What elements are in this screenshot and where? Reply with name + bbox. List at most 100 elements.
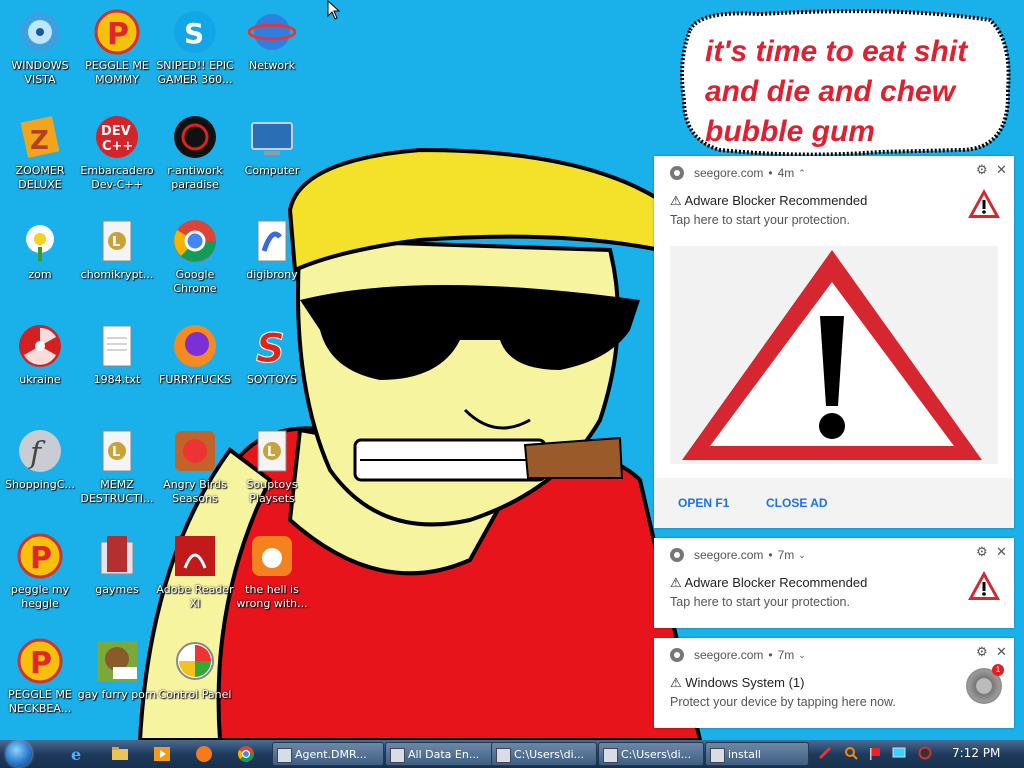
desktop-icon-label: PEGGLE ME NECKBEA... <box>8 688 72 715</box>
taskbar-task[interactable]: Agent.DMR... <box>272 742 384 766</box>
close-icon[interactable]: ✕ <box>996 544 1007 560</box>
close-ad-button[interactable]: CLOSE AD <box>766 496 828 510</box>
desktop-icon[interactable]: 1984.txt <box>77 322 157 387</box>
desktop-icon-label: SOYTOYS <box>246 373 298 386</box>
s-logo-icon: S <box>256 326 286 371</box>
desktop-icon-label: chomikrypt... <box>80 268 154 281</box>
notification-header: seegore.com • 7m ⌄ <box>670 648 806 662</box>
notification-site: seegore.com <box>694 166 764 180</box>
notification-adware-collapsed[interactable]: seegore.com • 7m ⌄ ⚙ ✕ ⚠ Adware Blocker … <box>654 538 1014 628</box>
desktop-icon[interactable]: DEV C++ Embarcadero Dev-C++ <box>77 113 157 192</box>
desktop-icon[interactable]: gaymes <box>77 532 157 597</box>
taskbar-clock[interactable]: 7:12 PM <box>952 746 1000 760</box>
warning-triangle-icon <box>968 571 1000 600</box>
desktop-icon[interactable]: gay furry porn <box>77 637 157 702</box>
notification-actions: OPEN F1 CLOSE AD <box>654 478 1014 528</box>
tray-search-icon[interactable] <box>844 746 858 760</box>
desktop-icon[interactable]: WINDOWS VISTA <box>0 8 80 87</box>
antiwork-icon <box>174 116 216 158</box>
notification-windows-system[interactable]: seegore.com • 7m ⌄ ⚙ ✕ ⚠ Windows System … <box>654 638 1014 728</box>
notification-age: 4m <box>777 166 795 180</box>
close-icon[interactable]: ✕ <box>996 162 1007 178</box>
gear-icon[interactable]: ⚙ <box>976 644 988 660</box>
internet-explorer-icon[interactable]: e <box>68 744 88 764</box>
speech-bubble-text: it's time to eat shit and die and chew b… <box>705 32 1005 152</box>
desktop-icon[interactable]: S SNIPED!! EPIC GAMER 360... <box>155 8 235 87</box>
desktop-icon[interactable]: L Souptoys Playsets <box>232 427 312 506</box>
desktop-icon[interactable]: Adobe Reader XI <box>155 532 235 611</box>
svg-text:P: P <box>107 17 129 52</box>
svg-text:S: S <box>184 17 204 50</box>
chrome-icon[interactable] <box>236 744 256 764</box>
svg-text:e: e <box>71 745 81 764</box>
folder-icon[interactable] <box>110 744 130 764</box>
desktop-icon-label: gay furry porn <box>77 688 157 701</box>
notification-body: Tap here to start your protection. <box>670 213 850 227</box>
desktop-icon[interactable]: the hell is wrong with... <box>232 532 312 611</box>
desktop-icon[interactable]: digibrony <box>232 217 312 282</box>
taskbar-task[interactable]: install <box>705 742 809 766</box>
speech-line: and die and chew <box>705 75 956 108</box>
close-icon[interactable]: ✕ <box>996 644 1007 660</box>
chevron-down-icon[interactable]: ⌄ <box>798 650 806 661</box>
desktop-icon-label: gaymes <box>95 583 139 596</box>
separator-dot: • <box>768 166 773 180</box>
desktop-icon-label: 1984.txt <box>93 373 141 386</box>
desktop-icon-label: Souptoys Playsets <box>246 478 298 505</box>
desktop-icon[interactable]: r-antiwork paradise <box>155 113 235 192</box>
chevron-down-icon[interactable]: ⌄ <box>798 550 806 561</box>
gear-icon[interactable]: ⚙ <box>976 544 988 560</box>
desktop-icon[interactable]: Computer <box>232 113 312 178</box>
desktop-icon[interactable]: ukraine <box>0 322 80 387</box>
notification-adware-expanded[interactable]: seegore.com • 4m ⌃ ⚙ ✕ ⚠ Adware Blocker … <box>654 156 1014 528</box>
desktop-icon[interactable]: Network <box>232 8 312 73</box>
taskbar-task[interactable]: C:\Users\di... <box>491 742 597 766</box>
tray-display-icon[interactable] <box>892 746 906 760</box>
desktop-icon[interactable]: S SOYTOYS <box>232 322 312 387</box>
chevron-up-icon[interactable]: ⌃ <box>798 168 806 179</box>
tray-tools-icon[interactable] <box>818 746 832 760</box>
desktop-icon[interactable]: f ShoppingC... <box>0 427 80 492</box>
computer-icon <box>251 122 293 155</box>
svg-text:P: P <box>30 541 52 576</box>
tray-flag-icon[interactable] <box>868 746 882 760</box>
desktop-icon[interactable]: Ppeggle my heggle <box>0 532 80 611</box>
taskbar-task[interactable]: All Data En... <box>385 742 497 766</box>
notification-body: Protect your device by tapping here now. <box>670 695 896 709</box>
desktop-icon-label: MEMZ DESTRUCTI... <box>80 478 154 505</box>
open-f1-button[interactable]: OPEN F1 <box>678 496 729 510</box>
control-panel-icon <box>176 642 214 680</box>
desktop-icon[interactable]: zom <box>0 217 80 282</box>
desktop-icon-label: Network <box>249 59 295 72</box>
desktop-icon[interactable]: P PEGGLE ME MOMMY <box>77 8 157 87</box>
zuma-icon: Z <box>20 116 60 158</box>
desktop-icon[interactable]: Google Chrome <box>155 217 235 296</box>
desktop-icon[interactable]: Lchomikrypt... <box>77 217 157 282</box>
firefox-icon <box>174 325 216 367</box>
desktop-icon[interactable]: Z ZOOMER DELUXE <box>0 113 80 192</box>
angry-birds-icon <box>175 431 215 471</box>
desktop-icon[interactable]: L MEMZ DESTRUCTI... <box>77 427 157 506</box>
peggle-icon: P <box>94 9 140 55</box>
desktop-icon-label: Google Chrome <box>173 268 217 295</box>
notification-site: seegore.com <box>694 648 764 662</box>
uc-browser-icon[interactable] <box>194 744 214 764</box>
plants-icon <box>26 225 54 261</box>
uc-browser-icon <box>252 536 292 576</box>
network-globe-icon <box>248 14 296 50</box>
desktop-icon[interactable]: Control Panel <box>155 637 235 702</box>
media-player-icon[interactable] <box>152 744 172 764</box>
desktop-icon-label: peggle my heggle <box>10 583 70 610</box>
svg-text:S: S <box>256 326 285 370</box>
tray-volume-icon[interactable] <box>918 746 932 760</box>
gear-icon[interactable]: ⚙ <box>976 162 988 178</box>
desktop-icon[interactable]: FURRYFUCKS <box>155 322 235 387</box>
start-button[interactable] <box>6 741 32 767</box>
desktop-icon[interactable]: P PEGGLE ME NECKBEA... <box>0 637 80 716</box>
desktop-icon[interactable]: Angry Birds Seasons <box>155 427 235 506</box>
flash-icon: f <box>19 430 61 472</box>
peggle-icon: P <box>17 638 63 684</box>
taskbar-task[interactable]: C:\Users\di... <box>598 742 704 766</box>
digibrony-icon <box>257 220 287 262</box>
settings-app-icon: 1 <box>966 664 1004 704</box>
